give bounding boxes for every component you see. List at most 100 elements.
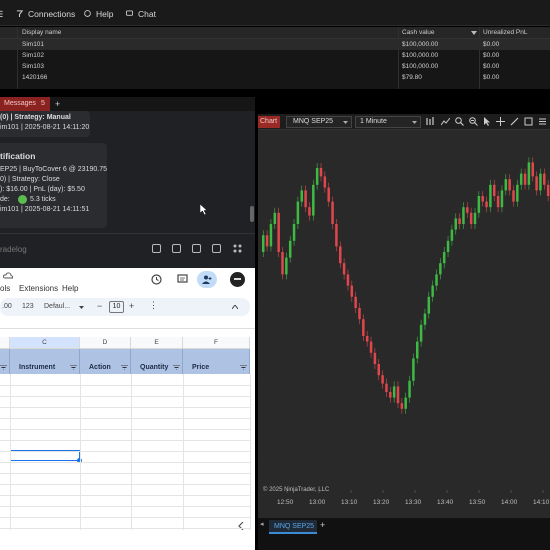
account-row[interactable]: Sim102 $100,000.00 $0.00	[0, 50, 550, 61]
avatar[interactable]	[230, 272, 245, 287]
decrease-font-button[interactable]: −	[97, 301, 102, 311]
drawing-tool-icon[interactable]	[510, 117, 519, 126]
filter-icon[interactable]	[240, 365, 247, 370]
zoom-icon[interactable]	[455, 117, 464, 126]
candle-body	[500, 190, 504, 208]
column-header-f[interactable]: F	[183, 337, 250, 349]
candle-body	[396, 386, 400, 404]
add-chart-tab-button[interactable]: +	[320, 520, 325, 530]
scroll-left-icon[interactable]: ◂	[260, 520, 264, 528]
grid-row-line	[0, 396, 250, 397]
candle-body	[296, 201, 300, 224]
candle-body	[354, 296, 357, 308]
x-axis-label: 13:50	[469, 499, 486, 506]
grid-row-line	[0, 506, 250, 507]
column-header-d[interactable]: D	[80, 337, 131, 349]
column-header-c[interactable]: C	[10, 337, 80, 349]
filter-icon[interactable]	[121, 365, 128, 370]
font-select[interactable]: Defaul...	[44, 303, 70, 310]
decimal-format-icon[interactable]: .00	[2, 303, 12, 310]
candle-body	[385, 383, 388, 392]
column-header-unrealized-pnl[interactable]: Unrealized PnL	[483, 29, 527, 36]
crosshair-icon[interactable]	[496, 117, 505, 126]
chat-menu[interactable]: Chat	[138, 9, 156, 19]
divider	[0, 233, 255, 234]
filter-icon[interactable]	[0, 365, 7, 370]
candle-body	[327, 187, 330, 202]
tab-chart[interactable]: Chart	[258, 116, 280, 128]
data-box-icon[interactable]	[538, 117, 547, 126]
tab-mnq-sep25[interactable]: MNQ SEP25	[269, 520, 317, 534]
candle-body	[350, 285, 354, 297]
help-menu[interactable]: Help	[96, 9, 113, 19]
scrollbar-thumb[interactable]	[250, 206, 254, 222]
pointer-icon[interactable]	[483, 117, 492, 126]
chat-icon	[126, 10, 133, 16]
plug-icon	[16, 10, 23, 17]
x-axis-label: 13:10	[341, 499, 358, 506]
properties-icon[interactable]	[524, 117, 533, 126]
grid-column-line	[183, 374, 184, 530]
increase-font-button[interactable]: +	[129, 301, 134, 311]
connections-menu[interactable]: Connections	[28, 9, 75, 19]
zoom-out-icon[interactable]	[469, 117, 478, 126]
candle-body	[508, 179, 511, 191]
candle-body	[469, 212, 473, 224]
keyboard-icon[interactable]	[172, 244, 181, 253]
history-icon[interactable]	[151, 274, 162, 285]
indicators-icon[interactable]	[441, 117, 450, 126]
candle-body	[450, 229, 454, 241]
filter-header-cell[interactable]	[0, 349, 10, 374]
column-header-b[interactable]	[0, 337, 10, 349]
filter-header-price[interactable]: Price	[183, 349, 250, 374]
account-row[interactable]: Sim101 $100,000.00 $0.00	[0, 39, 550, 50]
message-card[interactable]: (0) | Strategy: Manual im101 | 2025-08-2…	[0, 111, 90, 137]
candle-body	[373, 352, 377, 364]
instrument-select[interactable]: MNQ SEP25	[286, 116, 352, 128]
chevron-up-icon[interactable]	[232, 305, 238, 309]
filter-icon[interactable]	[173, 365, 180, 370]
comment-icon[interactable]	[177, 274, 188, 285]
candlestick-chart[interactable]: 12:50 13:00 13:10 13:20 13:30 13:40 13:50 14:00…	[258, 130, 550, 518]
more-options-icon[interactable]: ⋮	[149, 300, 158, 311]
candle-body	[335, 224, 338, 247]
candle-body	[377, 364, 380, 376]
filter-icon[interactable]	[70, 365, 77, 370]
add-tab-button[interactable]: +	[55, 99, 60, 109]
number-format-button[interactable]: 123	[22, 303, 34, 310]
column-header-display-name[interactable]: Display name	[22, 29, 61, 36]
font-size-input[interactable]: 10	[109, 301, 124, 313]
candle-body	[477, 196, 481, 213]
menu-tools[interactable]: ols	[0, 284, 10, 293]
menu-help[interactable]: Help	[62, 284, 78, 293]
tab-messages[interactable]: Messages 5	[0, 97, 50, 111]
account-row[interactable]: 1420166 $79.80 $0.00	[0, 72, 550, 83]
sheets-toolbar: .00 123 Defaul... − 10 + ⋮	[0, 298, 250, 316]
chevron-down-icon	[79, 306, 84, 309]
account-name: Sim101	[22, 41, 45, 48]
interval-select[interactable]: 1 Minute	[355, 116, 421, 128]
candle-body	[404, 397, 407, 409]
gif-icon[interactable]	[212, 244, 221, 253]
bars-icon[interactable]	[426, 117, 435, 126]
sticker-icon[interactable]	[192, 244, 201, 253]
candle-body	[419, 324, 423, 342]
x-axis-label: 13:00	[309, 499, 326, 506]
column-header-cash-value[interactable]: Cash value	[402, 29, 435, 36]
filter-header-action[interactable]: Action	[80, 349, 131, 374]
grid-icon[interactable]	[152, 244, 161, 253]
header-price: Price	[192, 364, 210, 371]
menu-extensions[interactable]: Extensions	[19, 284, 58, 293]
apps-icon[interactable]	[233, 244, 242, 253]
candle-body	[362, 319, 365, 336]
notification-card[interactable]: tification EP25 | BuyToCover 6 @ 23190.7…	[0, 143, 107, 228]
filter-header-instrument[interactable]: Instrument	[10, 349, 80, 374]
grid-column-line	[131, 374, 132, 530]
sort-chevron-icon[interactable]	[471, 31, 477, 35]
grid-row-line	[0, 462, 250, 463]
account-row[interactable]: Sim103 $100,000.00 $0.00	[0, 61, 550, 72]
filter-header-quantity[interactable]: Quantity	[131, 349, 183, 374]
column-header-e[interactable]: E	[131, 337, 183, 349]
candle-body	[381, 375, 384, 384]
share-button[interactable]	[197, 271, 217, 288]
